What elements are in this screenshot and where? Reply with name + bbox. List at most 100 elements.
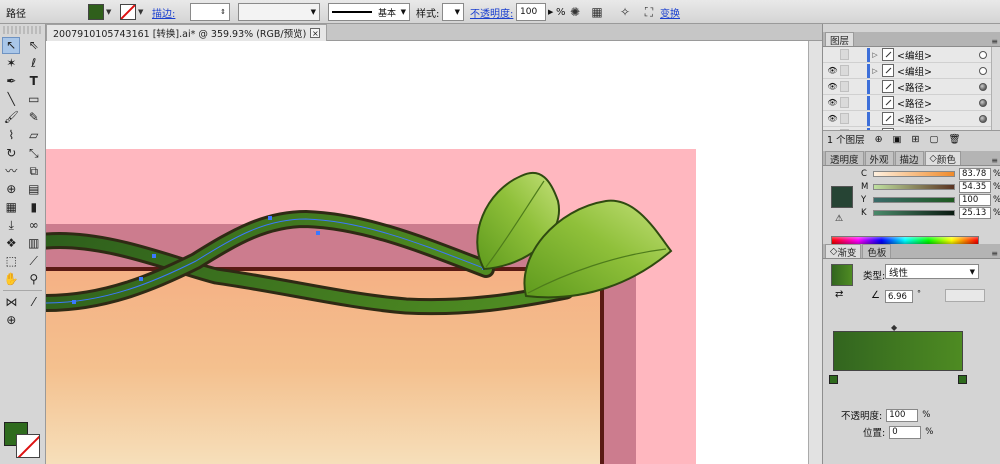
panel-menu-icon[interactable]: ≡ bbox=[988, 156, 1000, 165]
line-tool-icon[interactable]: ╲ bbox=[2, 91, 20, 108]
panel-grip[interactable] bbox=[3, 26, 42, 34]
symbol-sprayer-tool-icon[interactable]: ❖ bbox=[2, 235, 20, 252]
eye-icon[interactable]: 👁 bbox=[827, 97, 838, 108]
expand-icon[interactable]: ▷ bbox=[870, 67, 880, 75]
eye-icon[interactable]: 👁 bbox=[827, 81, 838, 92]
target-icon[interactable] bbox=[979, 66, 987, 75]
artboard-tool-icon[interactable]: ⬚ bbox=[2, 253, 20, 270]
document-tab[interactable]: 2007910105743161 [转换].ai* @ 359.93% (RGB… bbox=[46, 24, 328, 41]
eye-icon[interactable]: 👁 bbox=[827, 129, 838, 130]
channel-slider[interactable] bbox=[873, 210, 955, 216]
channel-input[interactable]: 25.13 bbox=[959, 207, 991, 219]
make-clipping-mask-icon[interactable]: ▣ bbox=[893, 134, 902, 145]
tab-layers[interactable]: 图层 bbox=[825, 32, 855, 47]
tab-stroke[interactable]: 描边 bbox=[894, 151, 924, 166]
eye-icon[interactable] bbox=[827, 49, 838, 60]
mesh-tool-icon[interactable]: ▦ bbox=[2, 199, 20, 216]
new-layer-icon[interactable]: ▢ bbox=[930, 134, 939, 145]
target-icon[interactable] bbox=[979, 50, 987, 59]
knife-tool-icon[interactable]: ⁄ bbox=[25, 294, 43, 311]
panel-menu-icon[interactable]: ≡ bbox=[988, 249, 1000, 258]
lock-toggle[interactable] bbox=[840, 97, 849, 108]
angle-input[interactable]: 6.96 bbox=[885, 290, 913, 303]
gradient-slider-bar[interactable] bbox=[833, 331, 963, 371]
recolor-artwork-icon[interactable]: ✺ bbox=[566, 3, 584, 21]
tab-gradient[interactable]: ◇ 渐变 bbox=[825, 244, 862, 259]
eye-icon[interactable]: 👁 bbox=[827, 113, 838, 124]
layer-row[interactable]: 👁 <路径> bbox=[823, 95, 1000, 111]
reflect-tool-icon[interactable]: ⋈ bbox=[2, 294, 20, 311]
close-icon[interactable]: × bbox=[310, 28, 321, 38]
pencil-tool-icon[interactable]: ✎ bbox=[25, 109, 43, 126]
free-transform-tool-icon[interactable]: ⧉ bbox=[25, 163, 43, 180]
column-graph-tool-icon[interactable]: ▥ bbox=[25, 235, 43, 252]
warp-tool-icon[interactable]: 〰 bbox=[2, 163, 20, 180]
target-icon[interactable] bbox=[979, 131, 987, 132]
rotate-tool-icon[interactable]: ↻ bbox=[2, 145, 20, 162]
artboard-canvas[interactable] bbox=[46, 41, 822, 464]
layer-row[interactable]: 👁 <路径> bbox=[823, 111, 1000, 127]
gradient-type-dropdown[interactable]: 线性 ▼ bbox=[885, 264, 979, 279]
opacity-dropdown-arrow[interactable]: ▶ bbox=[548, 3, 553, 21]
channel-slider[interactable] bbox=[873, 197, 955, 203]
target-icon[interactable] bbox=[979, 114, 987, 123]
gradient-stop-end[interactable] bbox=[958, 375, 967, 384]
transform-link[interactable]: 变换 bbox=[660, 3, 680, 21]
new-sublayer-icon[interactable]: ⊞ bbox=[912, 134, 920, 145]
fill-stroke-control[interactable] bbox=[4, 422, 42, 460]
opacity-label-link[interactable]: 不透明度: bbox=[470, 3, 513, 21]
perspective-grid-tool-icon[interactable]: ▤ bbox=[25, 181, 43, 198]
channel-slider[interactable] bbox=[873, 171, 955, 177]
style-dropdown[interactable]: ▼ bbox=[442, 3, 464, 21]
zoom-tool-icon[interactable]: ⚲ bbox=[25, 271, 43, 288]
slice-tool-icon[interactable]: ⟋ bbox=[25, 253, 43, 270]
scale-tool-icon[interactable]: ⤡ bbox=[25, 145, 43, 162]
tab-color[interactable]: ◇ 颜色 bbox=[924, 151, 961, 166]
opacity-input[interactable]: 100 bbox=[516, 3, 546, 21]
rectangle-tool-icon[interactable]: ▭ bbox=[25, 91, 43, 108]
stop-opacity-input[interactable]: 100 bbox=[886, 408, 919, 422]
eye-icon[interactable]: 👁 bbox=[827, 65, 838, 76]
fill-color-dropdown[interactable]: ▼ bbox=[88, 3, 111, 21]
lock-toggle[interactable] bbox=[840, 81, 849, 92]
shape-builder-tool-icon[interactable]: ⊕ bbox=[2, 181, 20, 198]
direct-selection-tool-icon[interactable]: ⇖ bbox=[25, 37, 43, 54]
blend-tool-icon[interactable]: ∞ bbox=[25, 217, 43, 234]
tab-swatches[interactable]: 色板 bbox=[862, 244, 892, 259]
brush-profile-dropdown[interactable]: 基本 ▼ bbox=[328, 3, 410, 21]
tab-transparency[interactable]: 透明度 bbox=[825, 151, 864, 166]
stroke-color-dropdown[interactable]: ▼ bbox=[120, 3, 143, 21]
stroke-weight-field[interactable]: ⇕ bbox=[190, 3, 230, 21]
vertical-scrollbar[interactable] bbox=[808, 41, 822, 464]
crosshair-icon[interactable]: ⊕ bbox=[2, 312, 20, 329]
reverse-gradient-icon[interactable]: ⇄ bbox=[835, 289, 843, 300]
magic-wand-tool-icon[interactable]: ✶ bbox=[2, 55, 20, 72]
eyedropper-tool-icon[interactable]: ⤓ bbox=[2, 217, 20, 234]
target-icon[interactable] bbox=[979, 82, 987, 91]
aspect-ratio-field[interactable] bbox=[945, 289, 985, 302]
lock-toggle[interactable] bbox=[840, 129, 849, 130]
gradient-tool-icon[interactable]: ▮ bbox=[25, 199, 43, 216]
layer-row[interactable]: 👁 <路径> bbox=[823, 79, 1000, 95]
layer-row[interactable]: 👁 <路径> bbox=[823, 127, 1000, 132]
tab-appearance[interactable]: 外观 bbox=[864, 151, 894, 166]
stroke-label-link[interactable]: 描边: bbox=[152, 3, 175, 21]
expand-icon[interactable]: ▷ bbox=[870, 51, 880, 59]
eraser-tool-icon[interactable]: ▱ bbox=[25, 127, 43, 144]
align-dropdown-icon[interactable]: ▦ bbox=[588, 3, 606, 21]
channel-input[interactable]: 54.35 bbox=[959, 181, 991, 193]
layer-row[interactable]: 👁 ▷ <编组> bbox=[823, 63, 1000, 79]
target-icon[interactable] bbox=[979, 98, 987, 107]
gradient-swatch[interactable] bbox=[831, 264, 853, 286]
layer-row[interactable]: ▷ <编组> bbox=[823, 47, 1000, 63]
channel-input[interactable]: 100 bbox=[959, 194, 991, 206]
pen-tool-icon[interactable]: ✒ bbox=[2, 73, 20, 90]
locate-object-icon[interactable]: ⊕ bbox=[875, 134, 883, 145]
paintbrush-tool-icon[interactable]: 🖌 bbox=[2, 109, 20, 126]
stop-location-input[interactable]: 0 bbox=[889, 425, 922, 439]
lock-toggle[interactable] bbox=[840, 49, 849, 60]
channel-slider[interactable] bbox=[873, 184, 955, 190]
lock-toggle[interactable] bbox=[840, 65, 849, 76]
panel-menu-icon[interactable]: ≡ bbox=[988, 37, 1000, 46]
gradient-stop-start[interactable] bbox=[829, 375, 838, 384]
